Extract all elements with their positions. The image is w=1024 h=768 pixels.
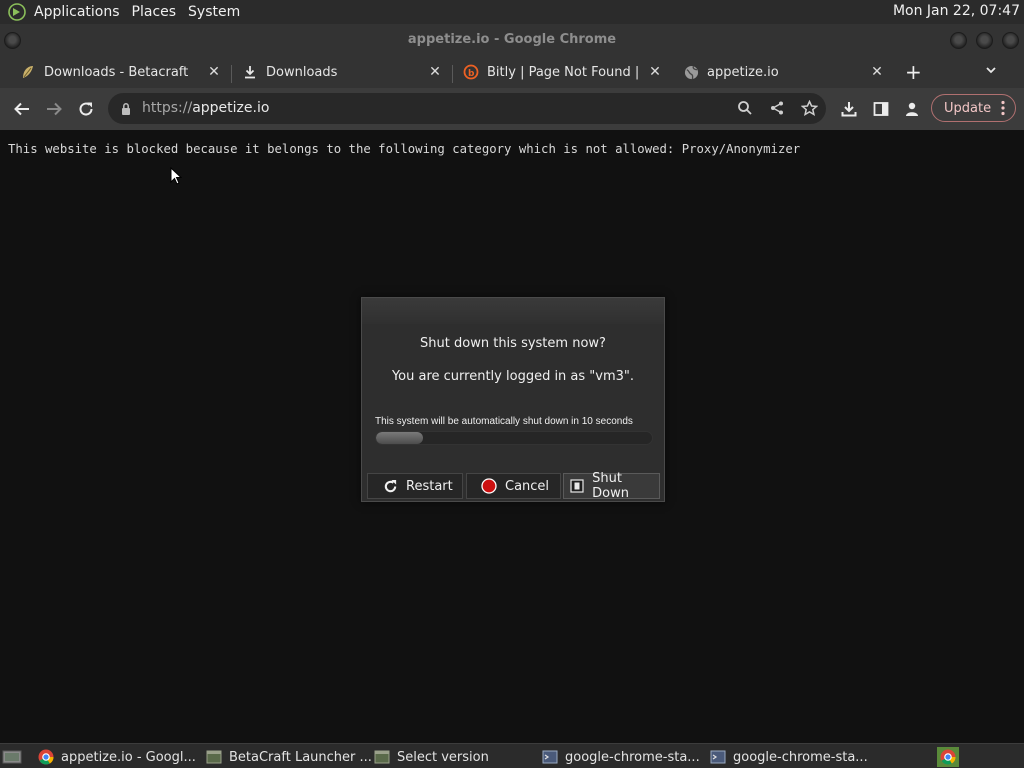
restart-icon bbox=[382, 478, 398, 494]
panel-clock[interactable]: Mon Jan 22, 07:47 bbox=[893, 3, 1020, 19]
top-panel: Applications Places System Mon Jan 22, 0… bbox=[0, 0, 1024, 24]
window-title: appetize.io - Google Chrome bbox=[407, 32, 617, 47]
side-panel-icon[interactable] bbox=[870, 98, 892, 120]
power-off-icon bbox=[569, 478, 584, 494]
betacraft-icon bbox=[20, 64, 36, 80]
tab-separator bbox=[231, 65, 232, 83]
tab-label: Bitly | Page Not Found | 40 bbox=[487, 64, 639, 80]
terminal-icon bbox=[542, 749, 558, 765]
shutdown-progress-bar bbox=[375, 431, 653, 445]
svg-text:b: b bbox=[468, 69, 475, 79]
mouse-cursor-icon bbox=[170, 166, 183, 189]
restart-label: Restart bbox=[406, 478, 453, 494]
shutdown-label: Shut Down bbox=[592, 471, 629, 501]
share-icon[interactable] bbox=[766, 97, 788, 119]
tab-label: appetize.io bbox=[707, 64, 779, 80]
taskbar-label: Select version bbox=[397, 749, 489, 765]
taskbar-item-terminal-1[interactable]: google-chrome-sta... bbox=[542, 747, 702, 767]
window-titlebar[interactable]: appetize.io - Google Chrome bbox=[0, 24, 1024, 56]
tab-downloads-betacraft[interactable]: Downloads - Betacraft ✕ bbox=[20, 58, 230, 86]
profile-avatar-icon[interactable] bbox=[901, 98, 923, 120]
cancel-icon bbox=[481, 478, 497, 494]
terminal-icon bbox=[710, 749, 726, 765]
lock-icon[interactable] bbox=[120, 101, 132, 120]
tab-bitly[interactable]: b Bitly | Page Not Found | 40 ✕ bbox=[463, 58, 663, 86]
close-window-button[interactable] bbox=[1002, 32, 1019, 49]
distro-logo-icon[interactable] bbox=[6, 1, 28, 23]
cancel-button[interactable]: Cancel bbox=[466, 473, 561, 499]
shutdown-question: Shut down this system now? bbox=[420, 336, 606, 351]
taskbar-label: appetize.io - Googl... bbox=[61, 749, 196, 765]
taskbar-item-chrome[interactable]: appetize.io - Googl... bbox=[38, 747, 196, 767]
tab-strip: Downloads - Betacraft ✕ Downloads ✕ b Bi… bbox=[0, 56, 1024, 88]
url-host: appetize.io bbox=[192, 100, 270, 116]
shutdown-button[interactable]: Shut Down bbox=[563, 471, 660, 501]
new-tab-plus-icon[interactable]: + bbox=[905, 60, 922, 84]
app-window-icon bbox=[374, 749, 390, 765]
chrome-icon bbox=[38, 749, 54, 765]
tab-close-icon[interactable]: ✕ bbox=[869, 64, 885, 80]
reload-icon[interactable] bbox=[75, 98, 97, 120]
maximize-button[interactable] bbox=[976, 32, 993, 49]
more-vertical-dots-icon[interactable] bbox=[1001, 100, 1005, 120]
back-arrow-icon[interactable] bbox=[11, 98, 33, 120]
url-text: https://appetize.io bbox=[142, 100, 269, 116]
tab-label: Downloads bbox=[266, 64, 338, 80]
tab-search-chevron-down-icon[interactable] bbox=[984, 62, 998, 81]
bookmark-star-icon[interactable] bbox=[798, 97, 820, 119]
tab-separator bbox=[452, 65, 453, 83]
download-icon bbox=[242, 64, 258, 80]
address-bar[interactable]: https://appetize.io bbox=[108, 93, 826, 124]
bitly-icon: b bbox=[463, 64, 479, 80]
downloads-icon[interactable] bbox=[838, 98, 860, 120]
shutdown-progress-fill bbox=[376, 432, 423, 444]
taskbar-label: BetaCraft Launcher ... bbox=[229, 749, 372, 765]
forward-arrow-icon[interactable] bbox=[43, 98, 65, 120]
dialog-header[interactable] bbox=[362, 298, 664, 324]
app-window-icon bbox=[206, 749, 222, 765]
taskbar-item-betacraft[interactable]: BetaCraft Launcher ... bbox=[206, 747, 372, 767]
search-icon[interactable] bbox=[734, 97, 756, 119]
taskbar-label: google-chrome-sta... bbox=[565, 749, 700, 765]
minimize-button[interactable] bbox=[950, 32, 967, 49]
bottom-taskbar: appetize.io - Googl... BetaCraft Launche… bbox=[0, 743, 1024, 768]
shutdown-dialog: Shut down this system now? You are curre… bbox=[361, 297, 665, 502]
menu-places[interactable]: Places bbox=[132, 4, 185, 20]
tab-close-icon[interactable]: ✕ bbox=[206, 64, 222, 80]
logged-in-notice: You are currently logged in as "vm3". bbox=[391, 369, 635, 384]
taskbar-label: google-chrome-sta... bbox=[733, 749, 868, 765]
browser-toolbar: https://appetize.io Update bbox=[0, 88, 1024, 130]
menu-applications[interactable]: Applications bbox=[34, 4, 128, 20]
update-button[interactable]: Update bbox=[931, 94, 1016, 122]
show-desktop-icon[interactable] bbox=[2, 747, 24, 767]
tab-close-icon[interactable]: ✕ bbox=[647, 64, 663, 80]
tab-downloads[interactable]: Downloads ✕ bbox=[242, 58, 448, 86]
blocked-message: This website is blocked because it belon… bbox=[8, 142, 801, 156]
tab-close-icon[interactable]: ✕ bbox=[427, 64, 443, 80]
workspace-switcher-chrome-icon[interactable] bbox=[937, 747, 959, 767]
restart-button[interactable]: Restart bbox=[367, 473, 463, 499]
update-label: Update bbox=[944, 100, 992, 116]
taskbar-item-select-version[interactable]: Select version bbox=[374, 747, 524, 767]
globe-icon bbox=[683, 64, 699, 80]
menu-system[interactable]: System bbox=[188, 4, 248, 20]
taskbar-item-terminal-2[interactable]: google-chrome-sta... bbox=[710, 747, 870, 767]
tab-appetize[interactable]: appetize.io ✕ bbox=[683, 58, 893, 86]
cancel-label: Cancel bbox=[505, 478, 550, 494]
tab-label: Downloads - Betacraft bbox=[44, 64, 189, 80]
url-scheme: https:// bbox=[142, 100, 193, 116]
auto-shutdown-notice: This system will be automatically shut d… bbox=[375, 416, 633, 427]
